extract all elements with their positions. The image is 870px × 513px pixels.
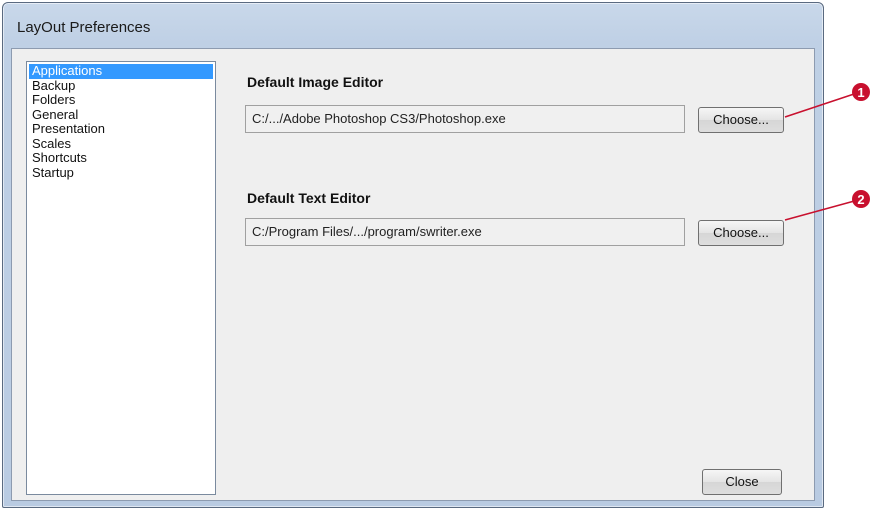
image-editor-path-field[interactable]: C:/.../Adobe Photoshop CS3/Photoshop.exe <box>245 105 685 133</box>
category-item-applications[interactable]: Applications <box>29 63 213 79</box>
image-editor-label: Default Image Editor <box>247 74 384 90</box>
category-item-general[interactable]: General <box>29 107 213 123</box>
callout-2-marker <box>852 190 870 208</box>
callout-1-number: 1 <box>857 85 864 100</box>
text-editor-label: Default Text Editor <box>247 190 371 206</box>
category-list[interactable]: Applications Backup Folders General Pres… <box>26 61 216 495</box>
text-editor-path-field[interactable]: C:/Program Files/.../program/swriter.exe <box>245 218 685 246</box>
preferences-window: LayOut Preferences Applications Backup F… <box>2 2 824 508</box>
category-item-shortcuts[interactable]: Shortcuts <box>29 150 213 166</box>
window-title: LayOut Preferences <box>17 19 151 36</box>
callout-2-number: 2 <box>857 192 864 207</box>
image-editor-choose-button[interactable]: Choose... <box>698 107 784 133</box>
category-item-startup[interactable]: Startup <box>29 165 213 181</box>
category-item-folders[interactable]: Folders <box>29 92 213 108</box>
category-item-presentation[interactable]: Presentation <box>29 121 213 137</box>
callout-1-marker <box>852 83 870 101</box>
category-item-backup[interactable]: Backup <box>29 78 213 94</box>
close-button[interactable]: Close <box>702 469 782 495</box>
category-item-scales[interactable]: Scales <box>29 136 213 152</box>
text-editor-choose-button[interactable]: Choose... <box>698 220 784 246</box>
dialog-body: Applications Backup Folders General Pres… <box>11 48 815 501</box>
title-bar[interactable]: LayOut Preferences <box>3 3 823 49</box>
